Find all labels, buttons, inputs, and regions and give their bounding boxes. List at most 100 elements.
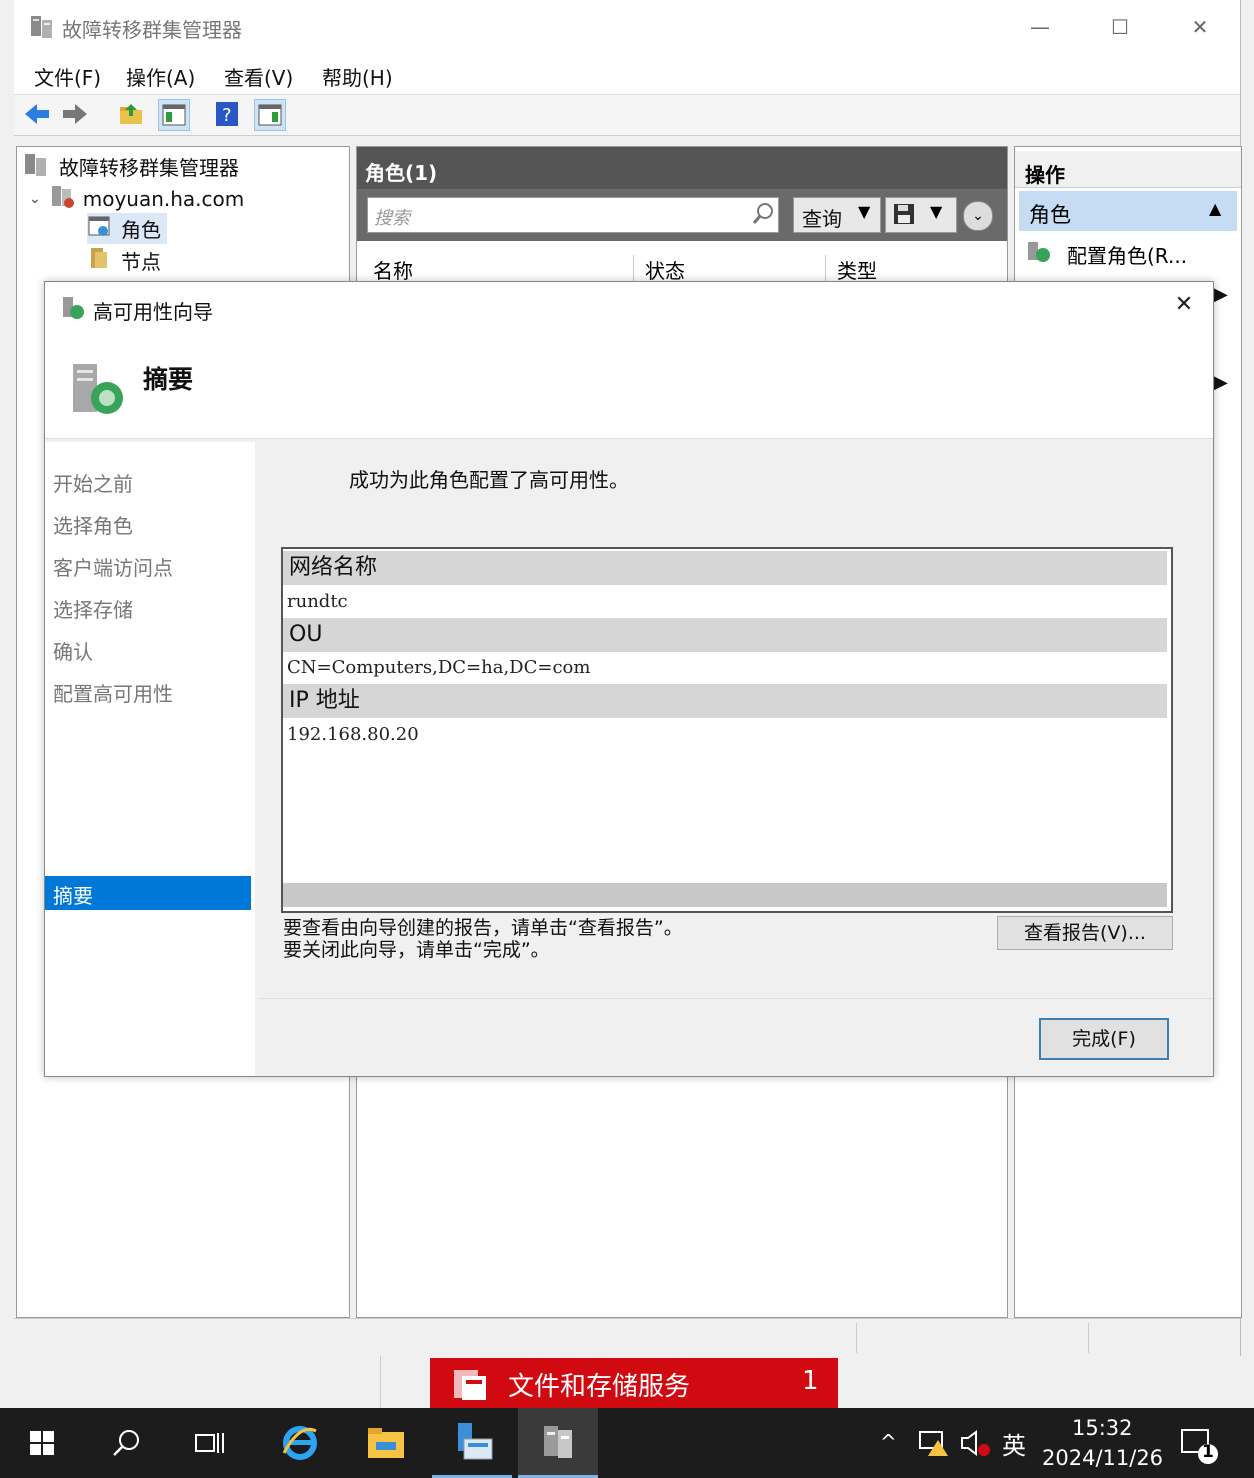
summary-report-box: 网络名称 rundtc OU CN=Computers,DC=ha,DC=com… [281,547,1173,913]
maximize-button[interactable]: ☐ [1100,10,1140,44]
collapse-up-icon: ▲ [1209,199,1222,218]
tree-root[interactable]: 故障转移群集管理器 [23,151,239,182]
report-hint-line2: 要关闭此向导，请单击“完成”。 [283,939,550,961]
close-icon[interactable]: ✕ [1169,292,1199,322]
window-title: 故障转移群集管理器 [62,18,242,42]
cluster-icon [49,183,75,214]
action-center-badge: 1 [1202,1442,1214,1462]
chevron-right-icon[interactable]: ▶ [1214,284,1228,305]
column-status[interactable]: 状态 [645,255,826,284]
network-warning-icon[interactable] [916,1428,950,1462]
file-storage-notification[interactable]: 文件和存储服务 1 [430,1358,838,1408]
nav-summary: 摘要 [53,884,93,908]
query-button-label: 查询 [802,207,842,231]
start-windows-icon[interactable] [2,1408,82,1478]
show-hide-action-pane-icon[interactable] [254,99,286,131]
search-input[interactable]: 搜索 [367,197,779,233]
chevron-down-icon: ⌄ [29,190,41,207]
nav-configure-ha: 配置高可用性 [53,682,173,706]
menu-action[interactable]: 操作(A) [126,62,195,91]
ime-indicator[interactable]: 英 [1002,1426,1026,1461]
help-icon[interactable]: ? [212,99,242,129]
actions-section-label: 角色 [1029,203,1071,227]
tree-item-roles-label: 角色 [121,218,161,242]
summary-value-ou: CN=Computers,DC=ha,DC=com [287,657,591,678]
summary-label-network-name: 网络名称 [283,551,1167,585]
tree-cluster[interactable]: ⌄ moyuan.ha.com [29,183,244,214]
horizontal-scrollbar[interactable] [283,883,1167,907]
tree-item-roles[interactable]: 角色 [87,213,167,244]
nav-client-access-point: 客户端访问点 [53,556,173,580]
nav-confirmation: 确认 [53,640,93,664]
query-button[interactable]: 查询 ▼ [793,197,881,233]
wizard-title-icon [59,294,87,326]
caret-down-icon: ▼ [858,202,871,221]
column-type[interactable]: 类型 [837,255,877,284]
svg-text:?: ? [222,105,232,126]
nodes-icon [87,245,113,276]
wizard-dialog: 高可用性向导 ✕ 摘要 开始之前 选择角色 客户端访问点 选择存储 确认 配置高… [44,281,1214,1077]
nav-select-role: 选择角色 [53,514,133,538]
cluster-manager-icon [28,12,56,44]
volume-muted-icon[interactable] [960,1428,992,1462]
action-configure-role[interactable]: 配置角色(R... [1025,239,1187,270]
show-hide-tree-icon[interactable] [158,99,190,131]
up-folder-icon[interactable] [116,99,146,129]
file-explorer-icon[interactable] [346,1408,426,1478]
notification-count: 1 [802,1366,819,1396]
clock-date[interactable]: 2024/11/26 [1042,1446,1163,1470]
summary-label-ip: IP 地址 [283,684,1167,718]
finish-button[interactable]: 完成(F) [1039,1018,1169,1060]
actions-pane-header: 操作 [1015,151,1241,188]
cluster-manager-taskbar-icon[interactable] [518,1408,598,1478]
configure-role-icon [1025,239,1053,270]
title-bar: 故障转移群集管理器 — ☐ ✕ [14,0,1240,52]
menu-view[interactable]: 查看(V) [224,62,293,91]
tree-item-nodes[interactable]: 节点 [87,245,161,276]
action-configure-role-label: 配置角色(R... [1067,244,1188,268]
summary-value-ip: 192.168.80.20 [287,724,419,745]
expand-circle-icon[interactable]: ⌄ [963,201,993,231]
server-manager-icon[interactable] [432,1408,512,1478]
save-query-button[interactable]: ▼ [885,197,957,233]
search-icon[interactable] [86,1408,166,1478]
wizard-nav: 开始之前 选择角色 客户端访问点 选择存储 确认 配置高可用性 摘要 [45,442,255,1076]
file-storage-icon [452,1366,490,1406]
cluster-manager-icon [23,151,51,182]
internet-explorer-icon[interactable] [260,1408,340,1478]
status-bar [14,1318,1240,1357]
menu-bar: 文件(F) 操作(A) 查看(V) 帮助(H) [14,52,1240,95]
roles-icon [87,213,113,244]
tree-item-nodes-label: 节点 [121,250,161,274]
tree-cluster-label: moyuan.ha.com [82,186,245,211]
back-arrow-icon[interactable] [22,99,52,129]
wizard-page-icon [65,356,129,424]
menu-help[interactable]: 帮助(H) [322,62,393,91]
summary-value-network-name: rundtc [287,591,348,612]
nav-select-storage: 选择存储 [53,598,133,622]
roles-pane-header: 角色(1) [357,147,1007,189]
caret-down-icon: ▼ [930,202,943,221]
tree-root-label: 故障转移群集管理器 [59,156,239,180]
action-center-icon[interactable] [1180,1428,1220,1472]
task-view-icon[interactable] [170,1408,250,1478]
actions-section-roles[interactable]: 角色 ▲ [1019,191,1237,231]
forward-arrow-icon[interactable] [60,99,90,129]
menu-file[interactable]: 文件(F) [34,62,101,91]
clock-time[interactable]: 15:32 [1072,1416,1133,1440]
search-placeholder: 搜索 [374,208,410,229]
chevron-up-icon[interactable]: ^ [880,1430,897,1454]
wizard-title: 高可用性向导 [93,300,213,324]
nav-before-you-begin: 开始之前 [53,472,133,496]
wizard-page-title: 摘要 [143,365,194,394]
summary-label-ou: OU [283,618,1167,652]
close-window-button[interactable]: ✕ [1180,10,1220,44]
taskbar: ^ 英 15:32 2024/11/26 1 [0,1408,1254,1478]
column-name[interactable]: 名称 [373,255,634,284]
view-report-button[interactable]: 查看报告(V)... [997,916,1173,950]
chevron-right-icon[interactable]: ▶ [1214,372,1228,393]
success-message: 成功为此角色配置了高可用性。 [349,468,629,492]
actions-pane-title: 操作 [1025,163,1065,187]
wizard-header: 高可用性向导 ✕ 摘要 [45,282,1213,439]
minimize-button[interactable]: — [1020,10,1060,44]
